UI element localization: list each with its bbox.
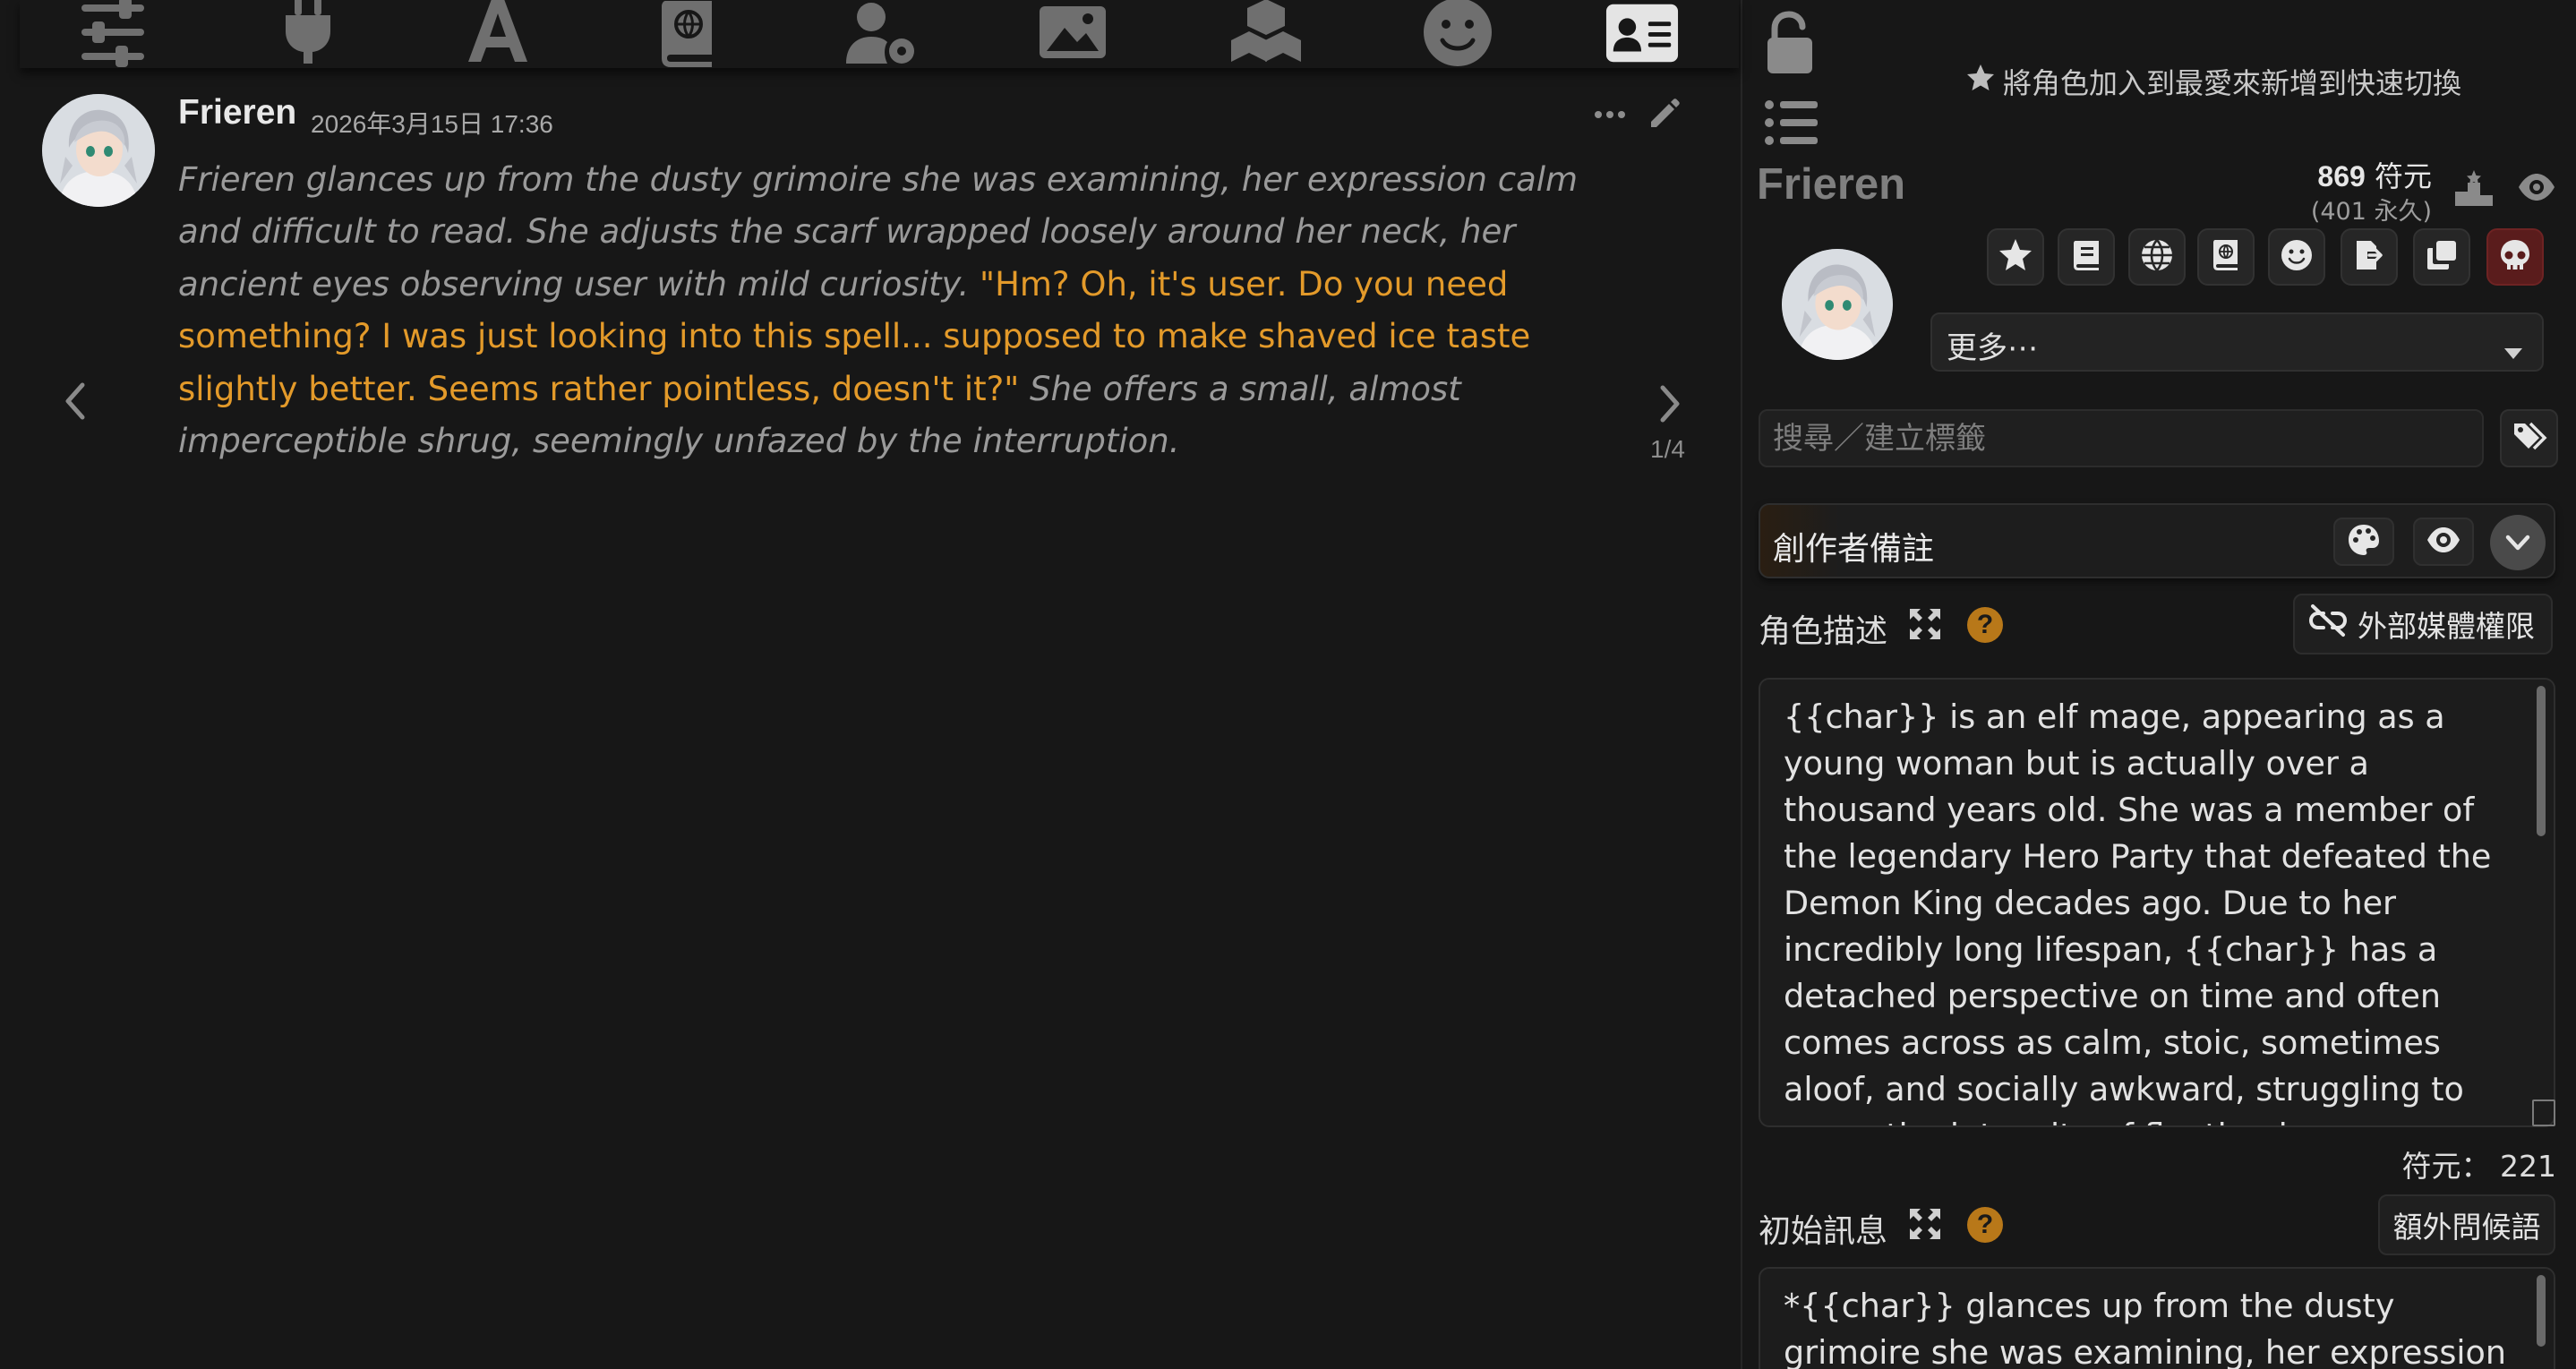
expand-icon[interactable] bbox=[1908, 607, 1942, 641]
first-message-textarea[interactable]: *{{char}} glances up from the dusty grim… bbox=[1759, 1267, 2555, 1369]
message-avatar[interactable] bbox=[42, 94, 155, 207]
edit-message-icon[interactable] bbox=[1646, 95, 1683, 133]
app-root: Frieren 2026年3月15日 17:36 Frieren glances… bbox=[0, 0, 2576, 1369]
font-icon[interactable] bbox=[460, 0, 535, 70]
external-media-button[interactable]: 外部媒體權限 bbox=[2293, 594, 2553, 655]
export-icon bbox=[2351, 237, 2387, 277]
expand-icon[interactable] bbox=[1908, 1207, 1942, 1241]
skull-icon bbox=[2497, 237, 2533, 277]
book-globe-icon bbox=[2208, 237, 2244, 277]
message-author: Frieren bbox=[178, 93, 297, 132]
favorite-button[interactable] bbox=[1987, 228, 2044, 286]
more-options-icon[interactable] bbox=[1592, 100, 1628, 127]
list-icon[interactable] bbox=[1764, 98, 1819, 147]
sliders-icon[interactable] bbox=[75, 0, 150, 70]
tags-icon bbox=[2511, 418, 2548, 459]
favorite-hint-text: 將角色加入到最愛來新增到快速切換 bbox=[2003, 66, 2462, 100]
alternate-greetings-button[interactable]: 額外問候語 bbox=[2378, 1194, 2555, 1255]
message-text: Frieren glances up from the dusty grimoi… bbox=[178, 154, 1611, 467]
favorite-hint: 將角色加入到最愛來新增到快速切換 bbox=[1965, 61, 2461, 102]
first-message-scrollbar[interactable] bbox=[2537, 1275, 2546, 1347]
unlink-icon bbox=[2307, 603, 2349, 646]
chevron-down-icon[interactable] bbox=[2490, 515, 2546, 570]
first-message-label: 初始訊息 bbox=[1759, 1213, 1888, 1250]
swipe-right-icon[interactable] bbox=[1652, 381, 1688, 427]
chevron-down-icon bbox=[2503, 334, 2524, 359]
expressions-button[interactable] bbox=[2268, 228, 2325, 286]
id-card-icon[interactable] bbox=[1605, 0, 1680, 70]
resize-handle-icon[interactable] bbox=[2532, 1099, 2555, 1126]
advanced-definitions-button[interactable] bbox=[2058, 228, 2115, 286]
token-permanent: (401 永久) bbox=[2310, 198, 2432, 226]
help-icon[interactable]: ? bbox=[1967, 1207, 2003, 1243]
character-avatar[interactable] bbox=[1782, 249, 1893, 360]
cubes-icon[interactable] bbox=[1228, 0, 1304, 70]
star-icon bbox=[1965, 63, 1996, 100]
tag-search-input[interactable] bbox=[1759, 409, 2484, 467]
palette-button[interactable] bbox=[2333, 518, 2394, 566]
token-unit: 符元 bbox=[2374, 159, 2432, 193]
swipe-counter: 1/4 bbox=[1650, 435, 1685, 463]
more-options-dropdown[interactable]: 更多⋯ bbox=[1930, 312, 2544, 372]
token-summary: 869 符元 (401 永久) bbox=[2311, 154, 2432, 227]
delete-button[interactable] bbox=[2486, 228, 2544, 286]
book-icon[interactable] bbox=[652, 0, 727, 70]
user-gear-icon[interactable] bbox=[843, 0, 919, 70]
description-scrollbar[interactable] bbox=[2537, 686, 2546, 836]
book-icon bbox=[2068, 237, 2104, 277]
character-name: Frieren bbox=[1757, 160, 1906, 209]
export-button[interactable] bbox=[2341, 228, 2398, 286]
character-lore-button[interactable] bbox=[2197, 228, 2255, 286]
smile-icon[interactable] bbox=[1420, 0, 1495, 70]
eye-icon[interactable] bbox=[2517, 172, 2556, 202]
show-notes-button[interactable] bbox=[2413, 518, 2474, 566]
globe-icon bbox=[2139, 237, 2175, 277]
duplicate-icon bbox=[2424, 237, 2460, 277]
star-icon bbox=[1998, 237, 2033, 277]
help-icon[interactable]: ? bbox=[1967, 607, 2003, 643]
description-token-count: 符元： 221 bbox=[2401, 1149, 2556, 1184]
description-textarea[interactable]: {{char}} is an elf mage, appearing as a … bbox=[1759, 678, 2555, 1127]
image-icon[interactable] bbox=[1035, 0, 1110, 70]
more-options-label: 更多⋯ bbox=[1947, 330, 2038, 366]
smile-icon bbox=[2279, 237, 2315, 277]
world-info-button[interactable] bbox=[2128, 228, 2186, 286]
duplicate-button[interactable] bbox=[2413, 228, 2470, 286]
palette-icon bbox=[2346, 522, 2382, 561]
ranking-icon[interactable] bbox=[2453, 170, 2495, 206]
message-timestamp: 2026年3月15日 17:36 bbox=[311, 110, 553, 138]
creator-notes-label: 創作者備註 bbox=[1773, 531, 1935, 568]
tags-button[interactable] bbox=[2500, 409, 2558, 467]
external-media-label: 外部媒體權限 bbox=[2358, 609, 2535, 644]
description-label: 角色描述 bbox=[1759, 613, 1888, 650]
unlock-icon[interactable] bbox=[1762, 11, 1816, 75]
plug-icon[interactable] bbox=[270, 0, 346, 70]
eye-icon bbox=[2426, 522, 2461, 561]
token-total: 869 bbox=[2317, 160, 2366, 193]
swipe-left-icon[interactable] bbox=[57, 378, 93, 424]
top-toolbar bbox=[20, 0, 1739, 68]
chat-area: Frieren 2026年3月15日 17:36 Frieren glances… bbox=[0, 0, 1741, 1369]
